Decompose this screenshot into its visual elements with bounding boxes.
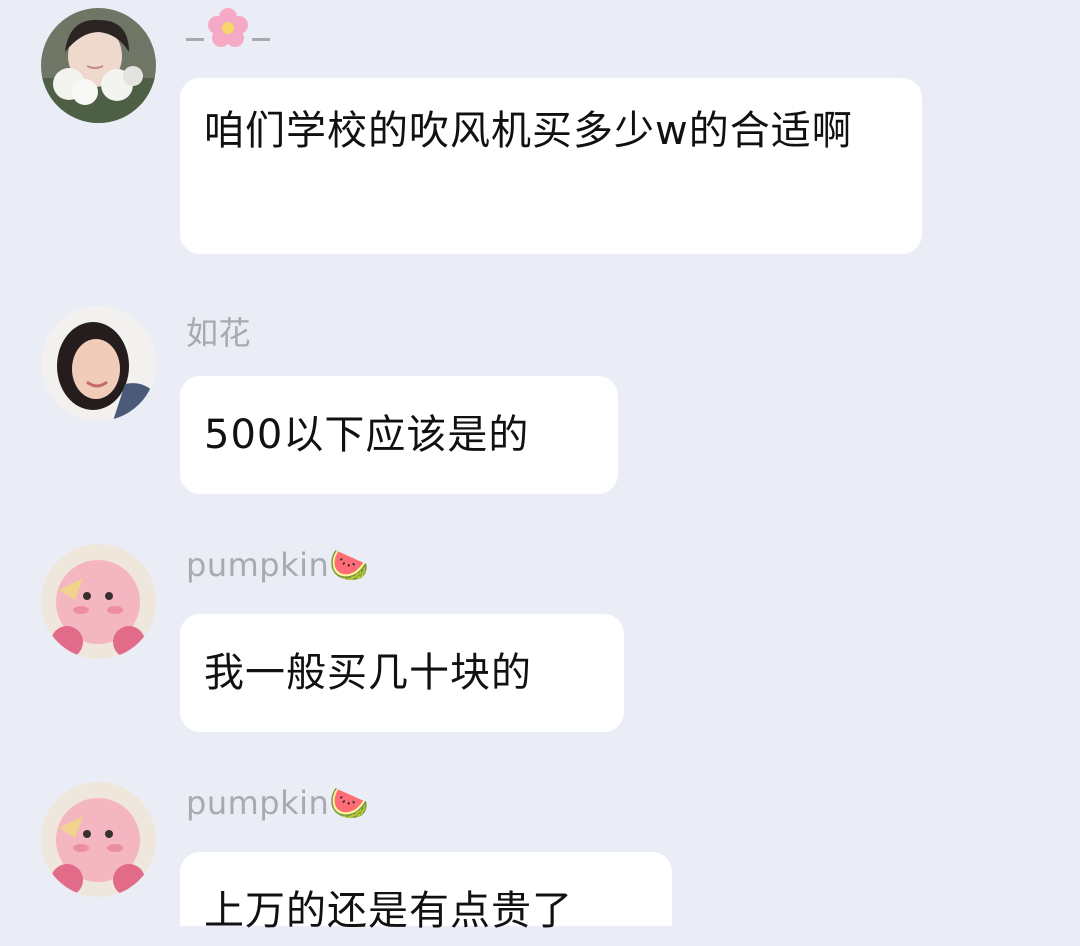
message-text: 我一般买几十块的 — [204, 650, 532, 696]
message-text: 咱们学校的吹风机买多少w的合适啊 — [204, 108, 853, 154]
avatar[interactable] — [41, 782, 156, 897]
underscore-mark — [252, 37, 270, 41]
message-text: 500以下应该是的 — [204, 412, 530, 458]
sender-name-text: pumpkin🍉 — [186, 784, 370, 822]
avatar[interactable] — [41, 306, 156, 421]
sender-name: pumpkin🍉 — [186, 784, 370, 822]
message-text: 上万的还是有点贵了 — [204, 888, 573, 934]
chat-thread: 咱们学校的吹风机买多少w的合适啊 如花 500以下应该是的 pumpkin🍉 我… — [0, 0, 1080, 934]
message-bubble[interactable]: 500以下应该是的 — [180, 376, 618, 494]
avatar[interactable] — [41, 544, 156, 659]
sender-name: 如花 — [186, 314, 252, 352]
sender-name — [186, 6, 270, 50]
message-bubble[interactable]: 我一般买几十块的 — [180, 614, 624, 732]
sender-name-text: pumpkin🍉 — [186, 546, 370, 584]
cherry-blossom-icon — [206, 6, 250, 50]
underscore-mark — [186, 37, 204, 41]
message-bubble[interactable]: 咱们学校的吹风机买多少w的合适啊 — [180, 78, 922, 254]
message-bubble[interactable]: 上万的还是有点贵了 — [180, 852, 672, 934]
sender-name: pumpkin🍉 — [186, 546, 370, 584]
avatar[interactable] — [41, 8, 156, 123]
